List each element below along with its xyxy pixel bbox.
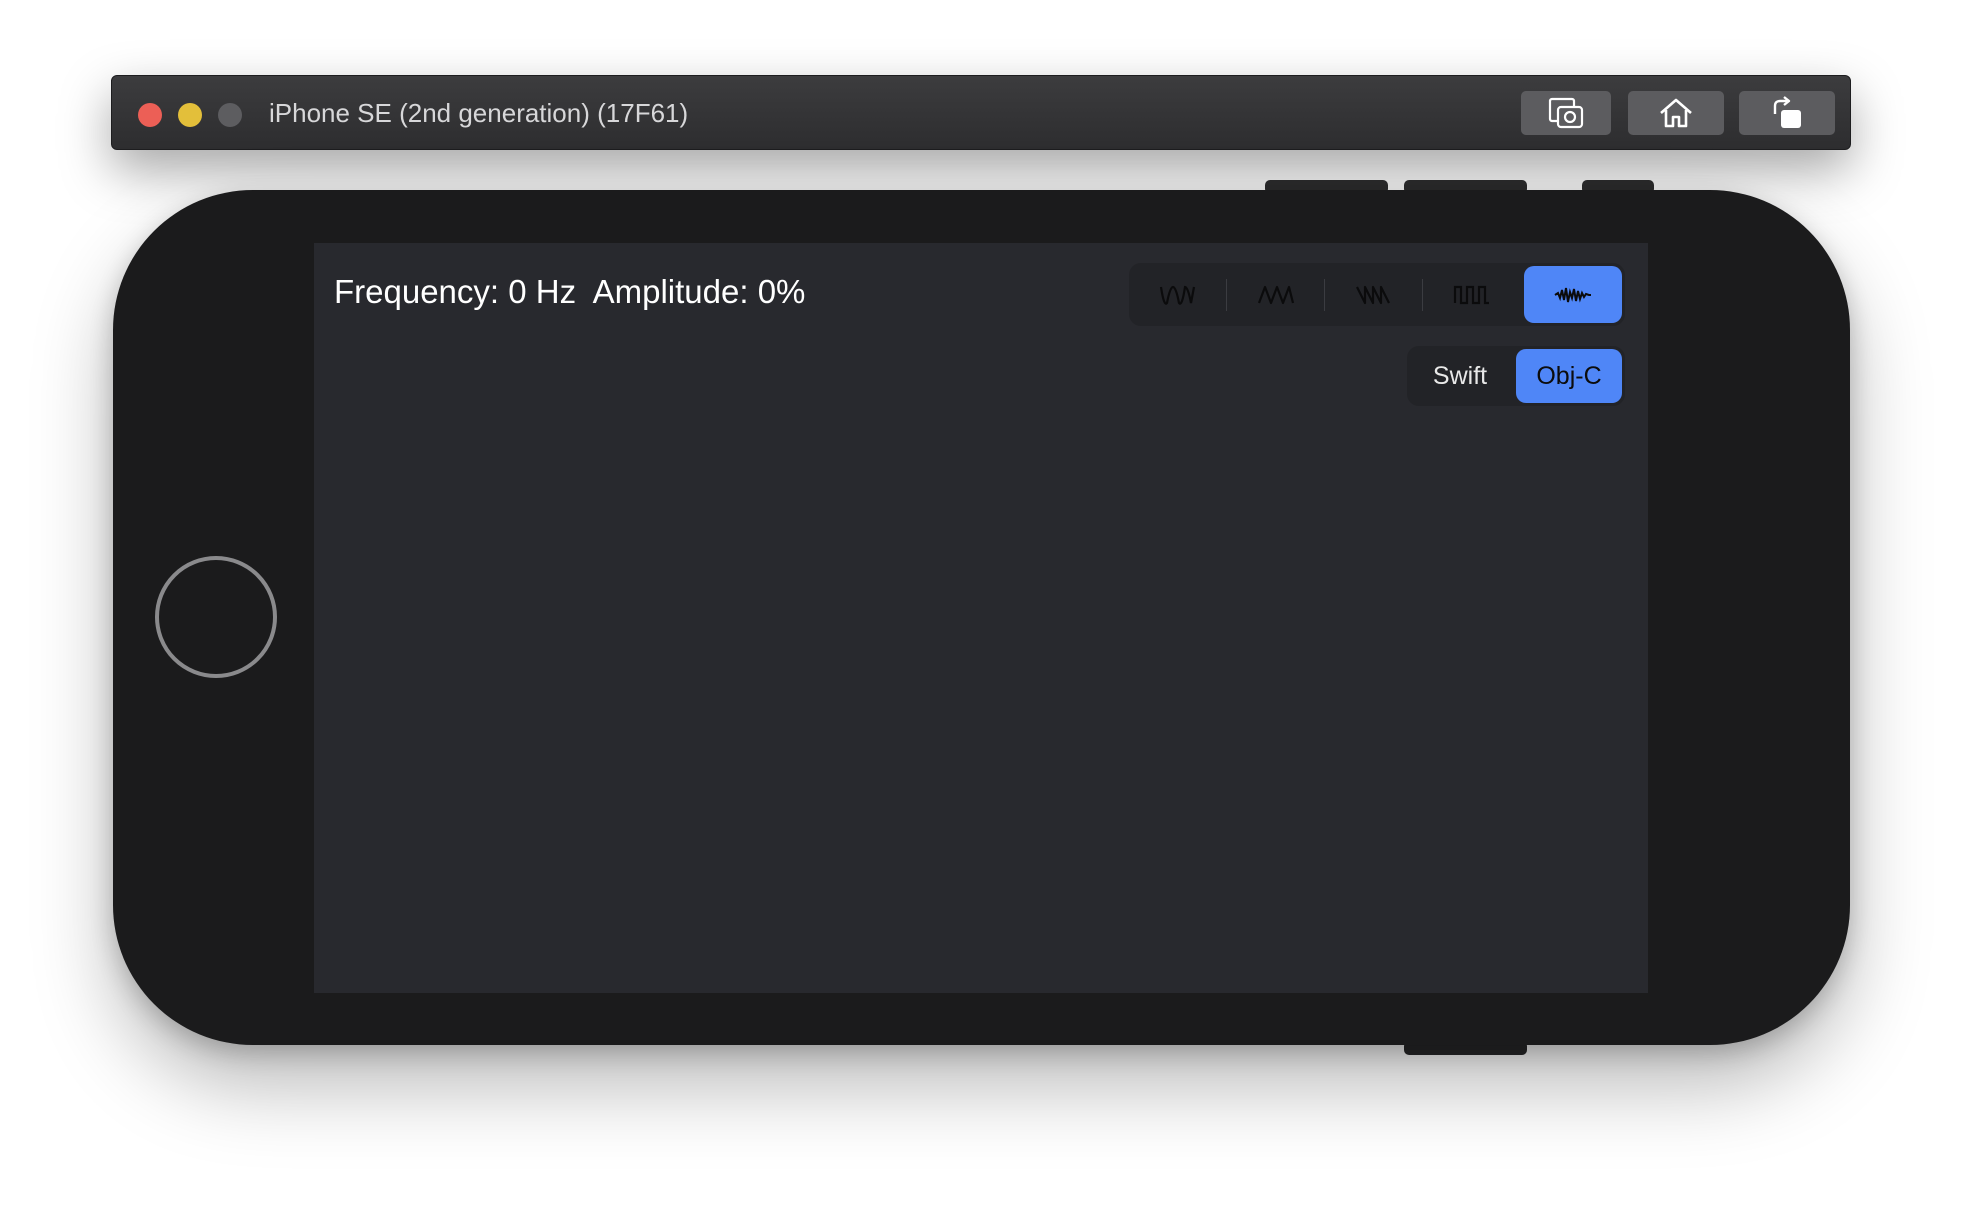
rotate-icon: [1773, 96, 1801, 128]
home-hardware-button[interactable]: [155, 556, 277, 678]
frequency-amplitude-readout: Frequency: 0 Hz Amplitude: 0%: [334, 273, 806, 310]
simulator-title-bar: iPhone SE (2nd generation) (17F61): [111, 75, 1851, 150]
close-window-button[interactable]: [138, 103, 162, 127]
zoom-window-button[interactable]: [218, 103, 242, 127]
home-icon: [1660, 98, 1692, 128]
app-screen: Frequency: 0 Hz Amplitude: 0% Swift Obj-…: [314, 243, 1648, 993]
waveform-option-sine[interactable]: [1129, 263, 1227, 326]
camera-icon: [1548, 97, 1584, 129]
sawtooth-wave-icon: [1356, 285, 1390, 304]
screenshot-button[interactable]: [1521, 91, 1611, 135]
language-option-swift[interactable]: Swift: [1407, 346, 1513, 406]
language-selector[interactable]: Swift Obj-C: [1407, 346, 1625, 406]
square-wave-icon: [1453, 285, 1489, 304]
window-title: iPhone SE (2nd generation) (17F61): [269, 98, 689, 128]
waveform-option-sawtooth[interactable]: [1325, 263, 1423, 326]
sine-wave-icon: [1159, 285, 1196, 305]
waveform-selector[interactable]: [1129, 263, 1625, 326]
home-button[interactable]: [1628, 91, 1724, 135]
waveform-option-square[interactable]: [1423, 263, 1521, 326]
waveform-option-triangle[interactable]: [1227, 263, 1325, 326]
noise-wave-icon: [1554, 287, 1591, 303]
language-option-objc[interactable]: Obj-C: [1516, 349, 1622, 403]
minimize-window-button[interactable]: [178, 103, 202, 127]
triangle-wave-icon: [1257, 285, 1295, 304]
waveform-option-noise[interactable]: [1524, 266, 1622, 323]
rotate-button[interactable]: [1739, 91, 1835, 135]
simulator-stage: iPhone SE (2nd generation) (17F61) Frequ…: [0, 0, 1962, 1212]
